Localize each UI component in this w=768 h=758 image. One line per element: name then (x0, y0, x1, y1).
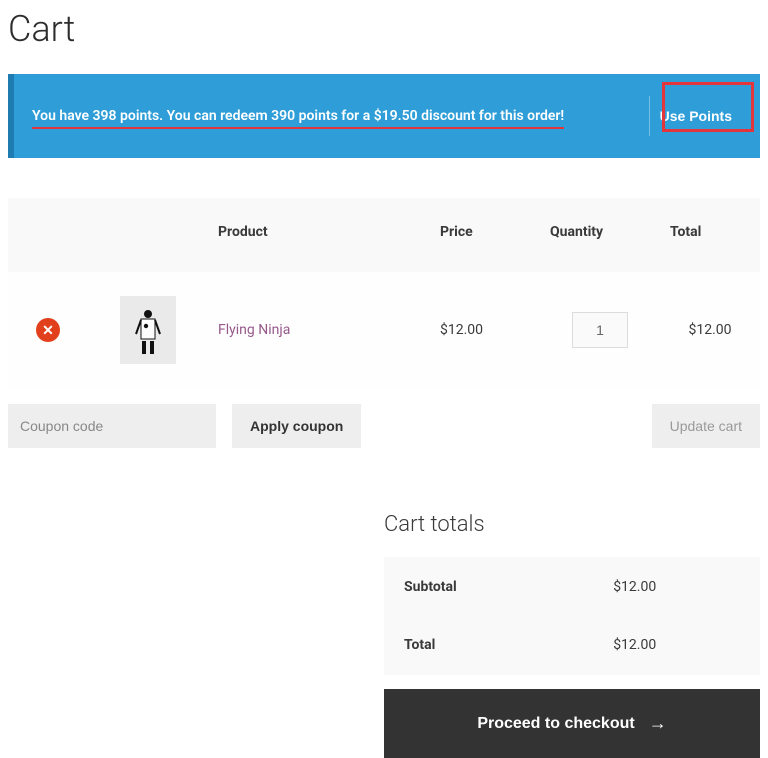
points-banner: You have 398 points. You can redeem 390 … (8, 74, 760, 158)
checkout-label: Proceed to checkout (477, 715, 634, 733)
cart-totals-table: Subtotal $12.00 Total $12.00 (384, 557, 760, 675)
col-total-header: Total (660, 198, 760, 272)
cart-actions-row: Apply coupon Update cart (8, 404, 760, 448)
quantity-input[interactable] (572, 312, 628, 348)
annotation-underline (32, 127, 564, 129)
use-points-button[interactable]: Use Points (649, 96, 742, 136)
total-label: Total (386, 617, 593, 673)
cart-totals-section: Cart totals Subtotal $12.00 Total $12.00… (384, 512, 760, 758)
remove-item-button[interactable]: ✕ (36, 318, 60, 342)
col-price-header: Price (430, 198, 540, 272)
product-price: $12.00 (430, 272, 540, 388)
coupon-code-input[interactable] (8, 404, 216, 448)
cart-totals-title: Cart totals (384, 512, 760, 537)
total-row: Total $12.00 (386, 617, 758, 673)
subtotal-value: $12.00 (595, 559, 758, 615)
col-remove-header (8, 198, 88, 272)
apply-coupon-button[interactable]: Apply coupon (232, 404, 361, 448)
close-icon: ✕ (42, 322, 54, 339)
arrow-right-icon: → (649, 713, 667, 734)
total-value: $12.00 (595, 617, 758, 673)
col-thumb-header (88, 198, 208, 272)
col-quantity-header: Quantity (540, 198, 660, 272)
points-message: You have 398 points. You can redeem 390 … (32, 108, 564, 124)
product-thumbnail[interactable] (120, 296, 176, 364)
page-title: Cart (8, 8, 760, 50)
subtotal-label: Subtotal (386, 559, 593, 615)
cart-row: ✕ Flying Ninja (8, 272, 760, 388)
cart-table: Product Price Quantity Total ✕ (8, 198, 760, 388)
points-text: You have 398 points. You can redeem 390 … (32, 108, 564, 124)
product-link[interactable]: Flying Ninja (218, 322, 290, 338)
update-cart-button: Update cart (652, 404, 760, 448)
proceed-to-checkout-button[interactable]: Proceed to checkout → (384, 689, 760, 758)
col-product-header: Product (208, 198, 430, 272)
line-total: $12.00 (660, 272, 760, 388)
subtotal-row: Subtotal $12.00 (386, 559, 758, 615)
thumbnail-icon (130, 306, 166, 354)
